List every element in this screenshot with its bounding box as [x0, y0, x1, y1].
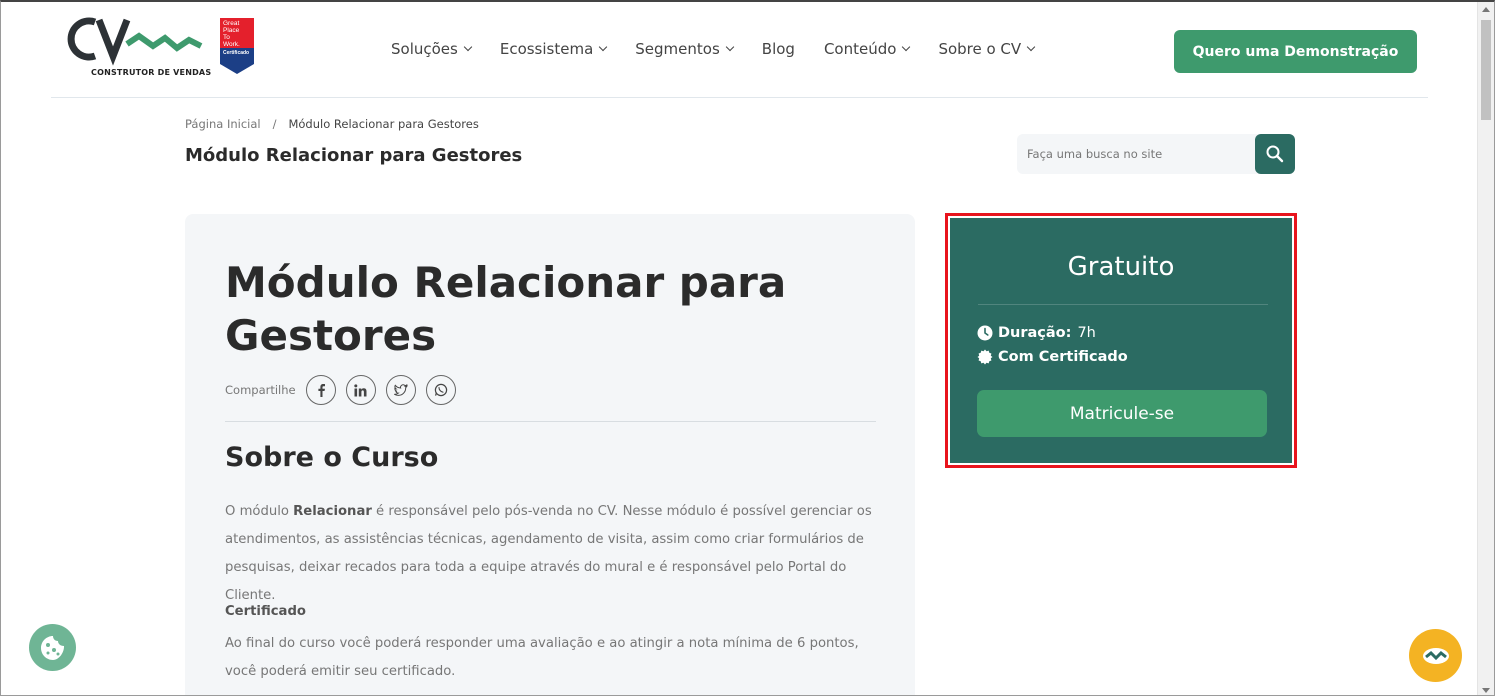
browser-viewport: CONSTRUTOR DE VENDAS Great Place To Work…: [0, 0, 1495, 696]
facebook-icon[interactable]: [305, 375, 336, 405]
duration-info: Duração: 7h: [977, 325, 1096, 341]
content-divider: [225, 421, 876, 422]
duration-label: Duração:: [998, 325, 1072, 341]
chat-logo-icon: [1422, 647, 1449, 664]
enroll-button[interactable]: Matricule-se: [977, 390, 1267, 437]
linkedin-icon[interactable]: [345, 375, 376, 405]
nav-item-sobre-o-cv[interactable]: Sobre o CV: [938, 40, 1036, 58]
certificate-label: Com Certificado: [998, 349, 1128, 365]
scroll-down-arrow-icon[interactable]: [1482, 688, 1490, 693]
clock-icon: [977, 325, 993, 341]
section-title-about: Sobre o Curso: [225, 442, 439, 473]
breadcrumb: Página Inicial / Módulo Relacionar para …: [185, 117, 479, 131]
chevron-down-icon: [725, 42, 735, 52]
site-search: [1017, 134, 1295, 174]
price-divider: [978, 304, 1268, 305]
search-icon: [1266, 145, 1284, 163]
price-label: Gratuito: [1067, 252, 1175, 282]
nav-item-solucoes[interactable]: Soluções: [391, 40, 473, 58]
scroll-up-arrow-icon[interactable]: [1482, 7, 1490, 12]
certificate-info: Com Certificado: [977, 349, 1128, 365]
demo-request-button[interactable]: Quero uma Demonstração: [1174, 30, 1417, 73]
breadcrumb-home-link[interactable]: Página Inicial: [185, 117, 261, 131]
share-label: Compartilhe: [225, 383, 296, 397]
page-title: Módulo Relacionar para Gestores: [185, 145, 523, 166]
whatsapp-icon[interactable]: [425, 375, 456, 405]
share-bar: Compartilhe: [225, 375, 466, 405]
cookie-settings-button[interactable]: [29, 624, 76, 671]
search-input[interactable]: [1017, 134, 1255, 174]
page-scrollbar[interactable]: [1477, 2, 1494, 695]
twitter-icon[interactable]: [385, 375, 416, 405]
nav-item-blog[interactable]: Blog: [762, 40, 795, 58]
search-button[interactable]: [1255, 134, 1295, 174]
main-nav: Soluções Ecossistema Segmentos Blog Cont…: [391, 40, 1063, 58]
header-divider: [51, 97, 1428, 98]
course-title: Módulo Relacionar para Gestores: [225, 258, 787, 360]
course-description: O módulo Relacionar é responsável pelo p…: [225, 504, 872, 603]
breadcrumb-separator: /: [272, 117, 277, 131]
certificate-badge-icon: [977, 349, 993, 365]
chat-widget-button[interactable]: [1409, 629, 1462, 682]
gptw-badge: Great Place To Work. Certificado: [220, 18, 254, 74]
certificate-description: Ao final do curso você poderá responder …: [225, 636, 859, 679]
cookie-icon: [40, 635, 64, 660]
nav-item-segmentos[interactable]: Segmentos: [635, 40, 735, 58]
logo-tagline: CONSTRUTOR DE VENDAS: [91, 68, 212, 77]
certificate-heading: Certificado: [225, 604, 306, 619]
chevron-down-icon: [599, 42, 608, 52]
enroll-card: Gratuito Duração: 7h Com Certificado Mat…: [945, 213, 1297, 468]
nav-item-conteudo[interactable]: Conteúdo: [824, 40, 911, 58]
nav-item-ecossistema[interactable]: Ecossistema: [500, 40, 608, 58]
duration-value: 7h: [1077, 325, 1096, 341]
chevron-down-icon: [1026, 42, 1036, 52]
chevron-down-icon: [463, 42, 473, 52]
gptw-text: Great Place To Work.: [223, 20, 240, 48]
gptw-certified-label: Certificado: [223, 50, 250, 56]
scroll-thumb[interactable]: [1481, 20, 1491, 120]
breadcrumb-current: Módulo Relacionar para Gestores: [288, 117, 479, 131]
chevron-down-icon: [902, 42, 911, 52]
